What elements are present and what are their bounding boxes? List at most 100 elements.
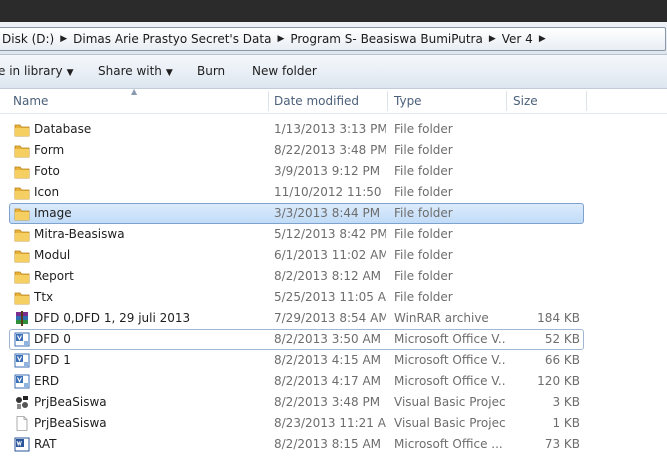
file-type: File folder xyxy=(394,122,453,136)
breadcrumb-separator-icon[interactable]: ▶ xyxy=(486,34,499,44)
file-row[interactable]: Ttx 5/25/2013 11:05 AM File folder xyxy=(0,287,667,308)
winrar-icon xyxy=(14,311,30,326)
file-date-modified: 8/23/2013 11:21 AM xyxy=(274,416,386,430)
file-name: Icon xyxy=(34,185,60,199)
file-date-modified: 8/2/2013 4:15 AM xyxy=(274,353,382,367)
file-size xyxy=(512,224,580,245)
column-divider[interactable] xyxy=(268,91,269,111)
file-row[interactable]: DFD 0 8/2/2013 3:50 AM Microsoft Office V.… xyxy=(0,329,667,350)
folder-icon xyxy=(14,206,30,221)
column-header-type[interactable]: Type xyxy=(394,89,504,113)
folder-icon xyxy=(14,227,30,242)
breadcrumb-item-program[interactable]: Program S- Beasiswa BumiPutra xyxy=(287,32,485,46)
file-type: File folder xyxy=(394,185,453,199)
burn-button[interactable]: Burn xyxy=(197,55,225,88)
file-type: File folder xyxy=(394,290,453,304)
file-date-modified: 6/1/2013 11:02 AM xyxy=(274,248,386,262)
folder-icon xyxy=(14,143,30,158)
file-row[interactable]: RAT 8/2/2013 8:15 AM Microsoft Office ... 7… xyxy=(0,434,667,455)
file-row[interactable]: Modul 6/1/2013 11:02 AM File folder xyxy=(0,245,667,266)
file-row[interactable]: Image 3/3/2013 8:44 PM File folder xyxy=(0,203,667,224)
file-date-modified: 8/2/2013 8:15 AM xyxy=(274,437,382,451)
visio-icon xyxy=(14,374,30,389)
file-name: DFD 1 xyxy=(34,353,71,367)
share-with-button[interactable]: Share with ▼ xyxy=(98,55,173,88)
include-in-library-label: e in library xyxy=(0,64,63,78)
file-size xyxy=(512,119,580,140)
folder-icon xyxy=(14,290,30,305)
file-row[interactable]: Form 8/22/2013 3:48 PM File folder xyxy=(0,140,667,161)
breadcrumb-item-secret-data[interactable]: Dimas Arie Prastyo Secret's Data xyxy=(70,32,274,46)
folder-icon xyxy=(14,164,30,179)
column-header-date[interactable]: Date modified xyxy=(274,89,384,113)
breadcrumb-separator-icon[interactable]: ▶ xyxy=(274,34,287,44)
file-row[interactable]: PrjBeaSiswa 8/23/2013 11:21 AM Visual Basi… xyxy=(0,413,667,434)
file-type: Visual Basic Projec... xyxy=(394,416,506,430)
burn-label: Burn xyxy=(197,64,226,78)
file-size xyxy=(512,182,580,203)
breadcrumb-item-disk[interactable]: Disk (D:) xyxy=(0,32,57,46)
file-row[interactable]: Mitra-Beasiswa 5/12/2013 8:42 PM File fold… xyxy=(0,224,667,245)
file-type: Microsoft Office V... xyxy=(394,332,506,346)
file-type: WinRAR archive xyxy=(394,311,489,325)
breadcrumb-separator-icon[interactable]: ▶ xyxy=(57,34,70,44)
file-name: RAT xyxy=(34,437,57,451)
column-divider[interactable] xyxy=(387,91,388,111)
breadcrumb-item-ver4[interactable]: Ver 4 xyxy=(499,32,536,46)
vb-project-icon xyxy=(14,395,30,410)
file-type: Microsoft Office V... xyxy=(394,353,506,367)
window-top-strip xyxy=(0,0,667,22)
include-in-library-button[interactable]: e in library ▼ xyxy=(0,55,73,88)
file-name: Database xyxy=(34,122,92,136)
file-row[interactable]: PrjBeaSiswa 8/2/2013 3:48 PM Visual Basic … xyxy=(0,392,667,413)
file-size xyxy=(512,140,580,161)
file-type: File folder xyxy=(394,248,453,262)
folder-icon xyxy=(14,248,30,263)
column-header-size[interactable]: Size xyxy=(513,89,583,113)
file-size: 66 KB xyxy=(544,353,580,367)
file-row[interactable]: Foto 3/9/2013 9:12 PM File folder xyxy=(0,161,667,182)
file-name: DFD 0 xyxy=(34,332,71,346)
file-name: Form xyxy=(34,143,65,157)
file-date-modified: 8/2/2013 8:12 AM xyxy=(274,269,382,283)
address-bar: Disk (D:) ▶ Dimas Arie Prastyo Secret's … xyxy=(0,22,667,55)
file-row[interactable]: Report 8/2/2013 8:12 AM File folder xyxy=(0,266,667,287)
file-date-modified: 7/29/2013 8:54 AM xyxy=(274,311,386,325)
file-size: 52 KB xyxy=(544,332,580,346)
file-size xyxy=(512,245,580,266)
chevron-down-icon: ▼ xyxy=(66,68,74,78)
file-date-modified: 5/12/2013 8:42 PM xyxy=(274,227,386,241)
file-row[interactable]: DFD 0,DFD 1, 29 juli 2013 7/29/2013 8:54 … xyxy=(0,308,667,329)
address-box[interactable]: Disk (D:) ▶ Dimas Arie Prastyo Secret's … xyxy=(0,27,666,51)
new-folder-button[interactable]: New folder xyxy=(252,55,317,88)
file-type: Microsoft Office V... xyxy=(394,374,506,388)
file-date-modified: 3/3/2013 8:44 PM xyxy=(274,206,381,220)
file-row[interactable]: ERD 8/2/2013 4:17 AM Microsoft Office V...… xyxy=(0,371,667,392)
file-date-modified: 1/13/2013 3:13 PM xyxy=(274,122,386,136)
visio-icon xyxy=(14,332,30,347)
file-name: Image xyxy=(34,206,72,220)
file-date-modified: 8/22/2013 3:48 PM xyxy=(274,143,386,157)
file-type: Visual Basic Project xyxy=(394,395,506,409)
file-row[interactable]: Icon 11/10/2012 11:50 ... File folder xyxy=(0,182,667,203)
column-divider[interactable] xyxy=(586,91,587,111)
file-name: Ttx xyxy=(34,290,54,304)
file-size: 3 KB xyxy=(552,395,580,409)
word-icon xyxy=(14,437,30,452)
file-date-modified: 8/2/2013 3:50 AM xyxy=(274,332,382,346)
file-row[interactable]: DFD 1 8/2/2013 4:15 AM Microsoft Office V.… xyxy=(0,350,667,371)
file-name: PrjBeaSiswa xyxy=(34,416,107,430)
visio-icon xyxy=(14,353,30,368)
file-row[interactable]: Database 1/13/2013 3:13 PM File folder xyxy=(0,119,667,140)
column-header-name[interactable]: Name xyxy=(13,89,263,113)
new-folder-label: New folder xyxy=(252,64,317,78)
folder-icon xyxy=(14,185,30,200)
file-size xyxy=(512,203,580,224)
file-type: File folder xyxy=(394,164,453,178)
file-name: Foto xyxy=(34,164,60,178)
breadcrumb-separator-icon[interactable]: ▶ xyxy=(536,34,549,44)
column-divider[interactable] xyxy=(506,91,507,111)
file-date-modified: 3/9/2013 9:12 PM xyxy=(274,164,381,178)
file-size xyxy=(512,287,580,308)
file-size xyxy=(512,161,580,182)
